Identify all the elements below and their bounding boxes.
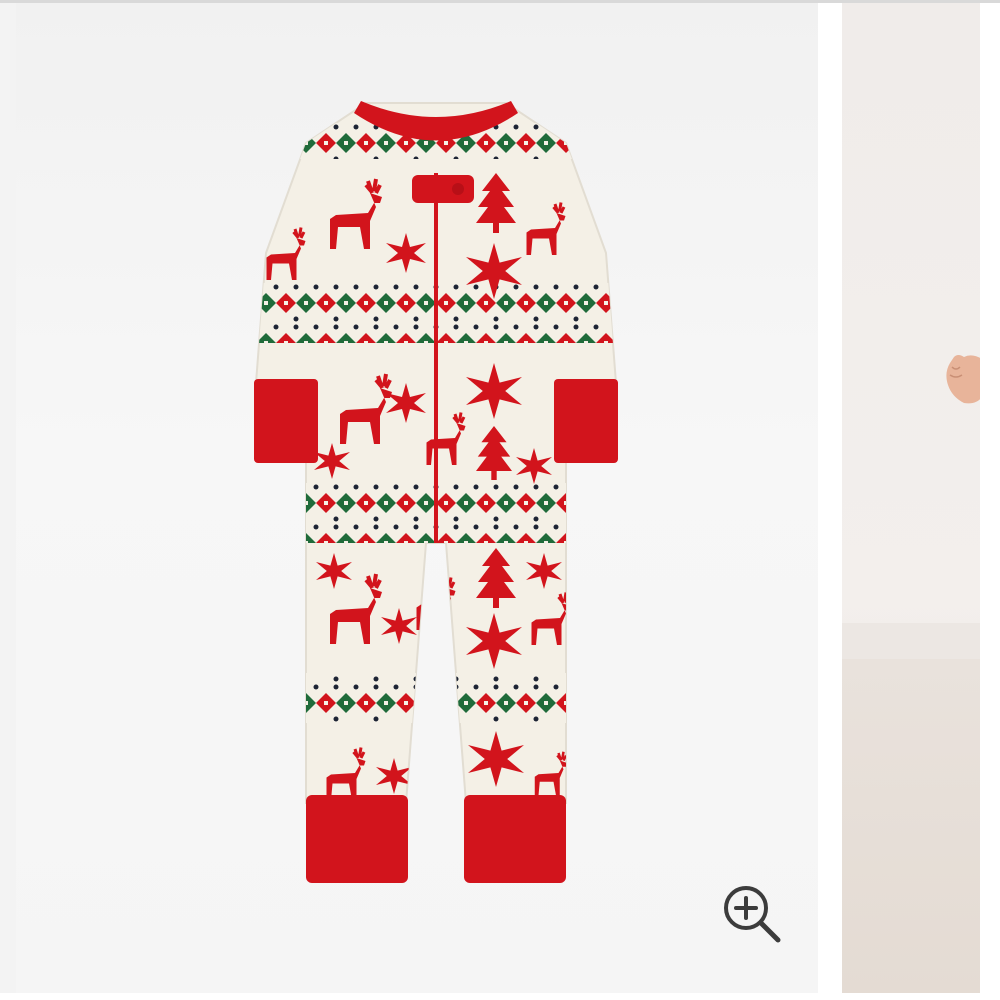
left-cuff <box>254 379 318 463</box>
pajama-product-image <box>254 101 618 883</box>
next-slide-floor <box>842 659 1000 993</box>
gallery-bottom-edge <box>0 993 1000 1000</box>
next-slide-baseboard <box>842 623 1000 659</box>
left-leg-cuff <box>306 795 408 883</box>
child-hand-image <box>946 355 982 404</box>
right-cuff <box>554 379 618 463</box>
zoom-in-icon <box>724 886 781 943</box>
next-slide-preview[interactable] <box>842 3 1000 993</box>
right-leg-cuff <box>464 795 566 883</box>
previous-slide-edge[interactable] <box>0 3 16 993</box>
main-product-slide[interactable] <box>16 3 818 993</box>
product-image-gallery <box>0 0 1000 1000</box>
snap-tab <box>412 175 474 203</box>
zoom-button[interactable] <box>716 878 788 950</box>
slide-gap <box>980 3 1000 993</box>
